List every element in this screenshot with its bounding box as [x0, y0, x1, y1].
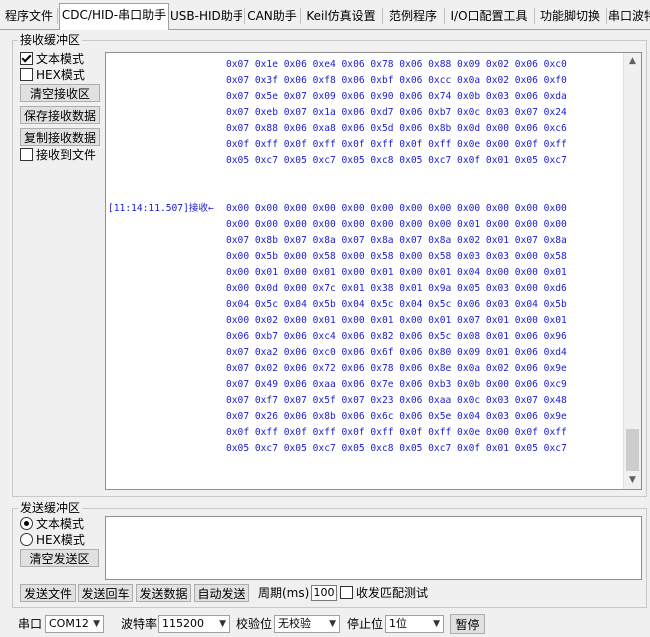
clear-send-button[interactable]: 清空发送区	[20, 549, 99, 567]
receive-hex-mode-label: HEX模式	[36, 68, 85, 82]
send-text-mode-label: 文本模式	[36, 517, 85, 531]
auto-send-button[interactable]: 自动发送	[194, 584, 249, 602]
checkbox-icon	[340, 586, 353, 599]
receive-text-mode-checkbox[interactable]: 文本模式	[20, 51, 84, 67]
send-text-mode-radio[interactable]: 文本模式	[20, 516, 84, 532]
receive-line: 0x0f 0xff 0x0f 0xff 0x0f 0xff 0x0f 0xff …	[226, 139, 567, 150]
send-file-button[interactable]: 发送文件	[20, 584, 76, 602]
receive-line: 0x07 0xa2 0x06 0xc0 0x06 0x6f 0x06 0x80 …	[226, 347, 567, 358]
tab-examples[interactable]: 范例程序	[384, 5, 442, 28]
chevron-down-icon: ▼	[433, 619, 440, 629]
match-test-label: 收发匹配测试	[356, 586, 429, 600]
save-receive-button[interactable]: 保存接收数据	[20, 106, 100, 124]
receive-line: 0x07 0x1e 0x06 0xe4 0x06 0x78 0x06 0x88 …	[226, 59, 567, 70]
tab-separator	[382, 8, 383, 24]
checkbox-icon	[20, 148, 33, 161]
tab-bar: 程序文件 CDC/HID-串口助手 USB-HID助手 CAN助手 Keil仿真…	[0, 0, 650, 30]
port-select[interactable]: COM12 ▼	[45, 615, 104, 633]
receive-line: 0x07 0xf7 0x07 0x5f 0x07 0x23 0x06 0xaa …	[226, 395, 567, 406]
receive-hex-mode-checkbox[interactable]: HEX模式	[20, 67, 85, 83]
stop-bits-value: 1位	[389, 617, 407, 630]
send-data-button[interactable]: 发送数据	[136, 584, 191, 602]
parity-value: 无校验	[278, 617, 311, 630]
period-label: 周期(ms)	[258, 586, 310, 600]
receive-text-mode-label: 文本模式	[36, 52, 85, 66]
copy-receive-button[interactable]: 复制接收数据	[20, 128, 100, 146]
clear-receive-button[interactable]: 清空接收区	[20, 84, 100, 102]
checkbox-icon	[20, 68, 33, 81]
receive-text-area[interactable]: 0x07 0x1e 0x06 0xe4 0x06 0x78 0x06 0x88 …	[105, 52, 642, 490]
tab-separator	[606, 8, 607, 24]
send-hex-mode-radio[interactable]: HEX模式	[20, 532, 85, 548]
chevron-down-icon: ▼	[219, 619, 226, 629]
receive-line: 0x04 0x5c 0x04 0x5b 0x04 0x5c 0x04 0x5c …	[226, 299, 567, 310]
receive-line: 0x06 0xb7 0x06 0xc4 0x06 0x82 0x06 0x5c …	[226, 331, 567, 342]
baud-value: 115200	[162, 617, 204, 630]
send-text-area[interactable]	[105, 516, 642, 580]
receive-line: 0x07 0x88 0x06 0xa8 0x06 0x5d 0x06 0x8b …	[226, 123, 567, 134]
receive-line: 0x00 0x5b 0x00 0x58 0x00 0x58 0x00 0x58 …	[226, 251, 567, 262]
send-hex-mode-label: HEX模式	[36, 533, 85, 547]
tab-separator	[57, 8, 58, 24]
tab-separator	[534, 8, 535, 24]
receive-line: 0x05 0xc7 0x05 0xc7 0x05 0xc8 0x05 0xc7 …	[226, 155, 567, 166]
stop-bits-select[interactable]: 1位 ▼	[385, 615, 444, 633]
receive-line: 0x07 0x5e 0x07 0x09 0x06 0x90 0x06 0x74 …	[226, 91, 567, 102]
receive-line: 0x00 0x00 0x00 0x00 0x00 0x00 0x00 0x00 …	[226, 219, 567, 230]
tab-separator	[300, 8, 301, 24]
tab-keil-sim[interactable]: Keil仿真设置	[302, 5, 380, 28]
parity-label: 校验位	[236, 617, 273, 631]
stop-bits-label: 停止位	[347, 617, 384, 631]
tab-pin-switch[interactable]: 功能脚切换	[536, 5, 604, 28]
period-input[interactable]: 100	[311, 585, 337, 601]
receive-line: 0x07 0x49 0x06 0xaa 0x06 0x7e 0x06 0xb3 …	[226, 379, 567, 390]
receive-line: 0x07 0xeb 0x07 0x1a 0x06 0xd7 0x06 0xb7 …	[226, 107, 567, 118]
receive-scrollbar[interactable]: ▲ ▼	[623, 53, 641, 489]
scroll-up-icon[interactable]: ▲	[624, 53, 641, 70]
receive-line: 0x00 0x0d 0x00 0x7c 0x01 0x38 0x01 0x9a …	[226, 283, 567, 294]
receive-to-file-checkbox[interactable]: 接收到文件	[20, 147, 96, 163]
receive-timestamp: [11:14:11.507]接收←	[108, 203, 214, 214]
receive-to-file-label: 接收到文件	[36, 148, 97, 162]
receive-line: 0x07 0x8b 0x07 0x8a 0x07 0x8a 0x07 0x8a …	[226, 235, 567, 246]
radio-icon	[20, 533, 33, 546]
receive-line: 0x00 0x00 0x00 0x00 0x00 0x00 0x00 0x00 …	[226, 203, 567, 214]
tab-usb-hid[interactable]: USB-HID助手	[170, 5, 242, 28]
chevron-down-icon: ▼	[329, 619, 336, 629]
scroll-down-icon[interactable]: ▼	[624, 472, 641, 489]
port-label: 串口	[18, 617, 43, 631]
checkbox-checked-icon	[20, 52, 33, 65]
scrollbar-thumb[interactable]	[626, 429, 639, 471]
match-test-checkbox[interactable]: 收发匹配测试	[340, 585, 428, 601]
receive-line: 0x07 0x02 0x06 0x72 0x06 0x78 0x06 0x8e …	[226, 363, 567, 374]
send-enter-button[interactable]: 发送回车	[78, 584, 133, 602]
radio-checked-icon	[20, 517, 33, 530]
tab-io-config[interactable]: I/O口配置工具	[446, 5, 532, 28]
chevron-down-icon: ▼	[93, 619, 100, 629]
receive-line: 0x05 0xc7 0x05 0xc7 0x05 0xc8 0x05 0xc7 …	[226, 443, 567, 454]
receive-line: 0x00 0x01 0x00 0x01 0x00 0x01 0x00 0x01 …	[226, 267, 567, 278]
receive-buffer-title: 接收缓冲区	[18, 33, 83, 47]
tab-program-file[interactable]: 程序文件	[2, 5, 56, 28]
receive-line: 0x07 0x26 0x06 0x8b 0x06 0x6c 0x06 0x5e …	[226, 411, 567, 422]
tab-cdc-hid-serial[interactable]: CDC/HID-串口助手	[59, 3, 169, 30]
tab-can[interactable]: CAN助手	[246, 5, 298, 28]
receive-line: 0x0f 0xff 0x0f 0xff 0x0f 0xff 0x0f 0xff …	[226, 427, 567, 438]
tab-separator	[444, 8, 445, 24]
tab-separator	[244, 8, 245, 24]
receive-line: 0x00 0x02 0x00 0x01 0x00 0x01 0x00 0x01 …	[226, 315, 567, 326]
send-buffer-title: 发送缓冲区	[18, 501, 83, 515]
port-value: COM12	[49, 617, 89, 630]
parity-select[interactable]: 无校验 ▼	[274, 615, 340, 633]
tab-baud-calc[interactable]: 串口波特	[608, 5, 650, 28]
pause-button[interactable]: 暂停	[450, 614, 485, 634]
receive-line: 0x07 0x3f 0x06 0xf8 0x06 0xbf 0x06 0xcc …	[226, 75, 567, 86]
baud-select[interactable]: 115200 ▼	[158, 615, 230, 633]
baud-label: 波特率	[121, 617, 158, 631]
